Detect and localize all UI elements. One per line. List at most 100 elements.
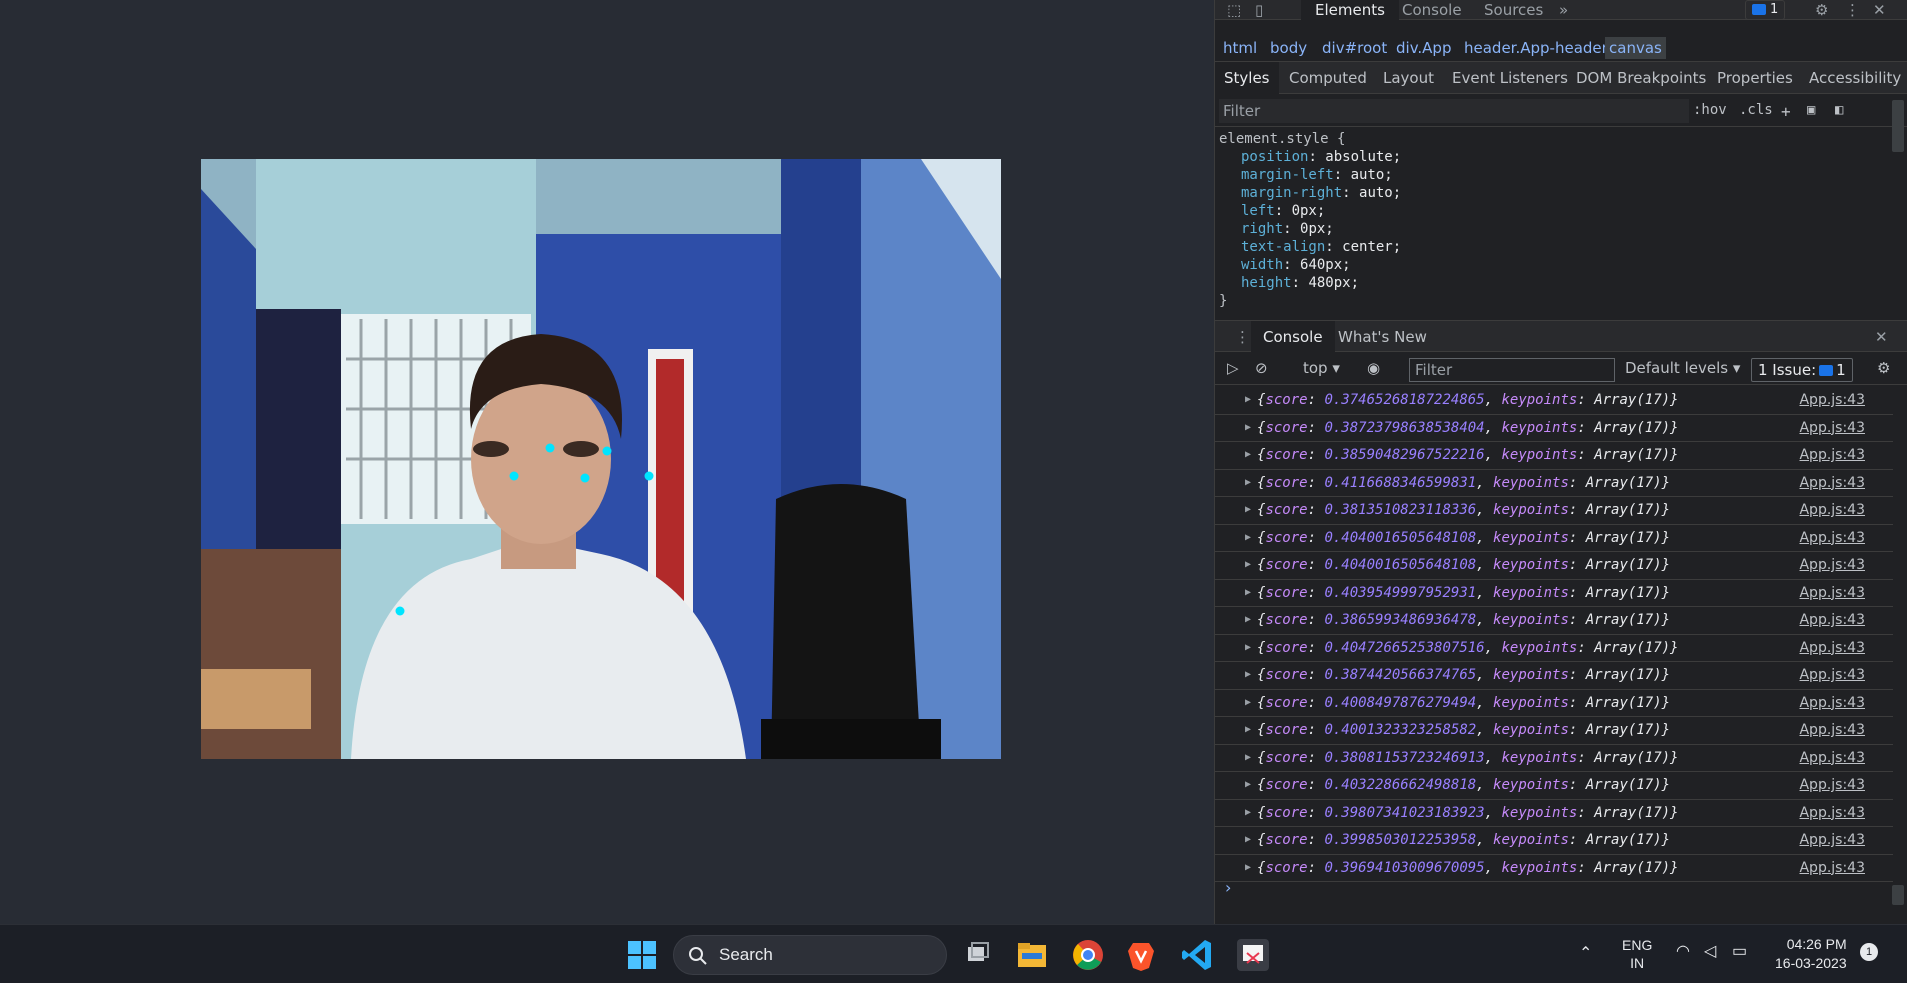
windows-start-icon[interactable] bbox=[622, 935, 662, 975]
drawer-tab-whats-new[interactable]: What's New bbox=[1338, 321, 1427, 353]
expand-triangle-icon[interactable]: ▶ bbox=[1245, 717, 1251, 743]
log-object[interactable]: {score: 0.39694103009670095, keypoints: … bbox=[1257, 855, 1678, 881]
expand-triangle-icon[interactable]: ▶ bbox=[1245, 552, 1251, 578]
console-log-row[interactable]: ▶ {score: 0.38590482967522216, keypoints:… bbox=[1215, 442, 1893, 470]
sidebar-toggle-icon[interactable]: ▷ bbox=[1227, 359, 1239, 377]
console-log-row[interactable]: ▶ {score: 0.4001323323258582, keypoints: … bbox=[1215, 717, 1893, 745]
log-source-link[interactable]: App.js:43 bbox=[1799, 552, 1865, 578]
taskbar-search[interactable]: Search bbox=[673, 935, 947, 975]
log-object[interactable]: {score: 0.3865993486936478, keypoints: A… bbox=[1257, 607, 1670, 633]
log-object[interactable]: {score: 0.4032286662498818, keypoints: A… bbox=[1257, 772, 1670, 798]
console-log-row[interactable]: ▶ {score: 0.3813510823118336, keypoints: … bbox=[1215, 497, 1893, 525]
log-source-link[interactable]: App.js:43 bbox=[1799, 497, 1865, 523]
console-log-row[interactable]: ▶ {score: 0.37465268187224865, keypoints:… bbox=[1215, 387, 1893, 415]
css-declaration[interactable]: text-align: center; bbox=[1219, 238, 1887, 256]
gear-icon[interactable]: ⚙ bbox=[1815, 0, 1828, 20]
log-source-link[interactable]: App.js:43 bbox=[1799, 745, 1865, 771]
expand-triangle-icon[interactable]: ▶ bbox=[1245, 580, 1251, 606]
snipping-tool-icon[interactable] bbox=[1233, 935, 1273, 975]
styles-filter-input[interactable]: Filter bbox=[1219, 99, 1689, 123]
language-indicator[interactable]: ENG IN bbox=[1622, 936, 1652, 972]
log-object[interactable]: {score: 0.4008497876279494, keypoints: A… bbox=[1257, 690, 1670, 716]
close-icon[interactable]: ✕ bbox=[1873, 0, 1886, 20]
expand-triangle-icon[interactable]: ▶ bbox=[1245, 855, 1251, 881]
log-source-link[interactable]: App.js:43 bbox=[1799, 772, 1865, 798]
brave-icon[interactable] bbox=[1121, 935, 1161, 975]
breadcrumb-app[interactable]: div.App bbox=[1396, 39, 1451, 57]
log-object[interactable]: {score: 0.3998503012253958, keypoints: A… bbox=[1257, 827, 1670, 853]
hov-toggle[interactable]: :hov bbox=[1693, 102, 1727, 118]
css-declaration[interactable]: height: 480px; bbox=[1219, 274, 1887, 292]
console-log-row[interactable]: ▶ {score: 0.39694103009670095, keypoints:… bbox=[1215, 855, 1893, 882]
issues-badge[interactable]: 1 bbox=[1745, 0, 1786, 20]
file-explorer-icon[interactable] bbox=[1012, 935, 1052, 975]
css-declaration[interactable]: right: 0px; bbox=[1219, 220, 1887, 238]
expand-triangle-icon[interactable]: ▶ bbox=[1245, 772, 1251, 798]
tab-accessibility[interactable]: Accessibility bbox=[1809, 62, 1901, 94]
console-log-row[interactable]: ▶ {score: 0.4008497876279494, keypoints: … bbox=[1215, 690, 1893, 717]
expand-triangle-icon[interactable]: ▶ bbox=[1245, 827, 1251, 853]
expand-triangle-icon[interactable]: ▶ bbox=[1245, 415, 1251, 441]
task-view-icon[interactable] bbox=[958, 935, 998, 975]
tab-properties[interactable]: Properties bbox=[1717, 62, 1793, 94]
inspect-icon[interactable]: ⬚ bbox=[1227, 0, 1241, 20]
expand-triangle-icon[interactable]: ▶ bbox=[1245, 800, 1251, 826]
log-source-link[interactable]: App.js:43 bbox=[1799, 442, 1865, 468]
tab-event-listeners[interactable]: Event Listeners bbox=[1452, 62, 1568, 94]
expand-triangle-icon[interactable]: ▶ bbox=[1245, 607, 1251, 633]
log-object[interactable]: {score: 0.4040016505648108, keypoints: A… bbox=[1257, 552, 1670, 578]
expand-triangle-icon[interactable]: ▶ bbox=[1245, 387, 1251, 413]
sidebar-toggle-icon[interactable]: ◧ bbox=[1835, 102, 1843, 118]
kebab-menu-icon[interactable]: ⋮ bbox=[1845, 0, 1860, 20]
log-object[interactable]: {score: 0.4001323323258582, keypoints: A… bbox=[1257, 717, 1670, 743]
tab-computed[interactable]: Computed bbox=[1289, 62, 1367, 94]
battery-icon[interactable]: ▭ bbox=[1732, 941, 1747, 961]
paint-icon[interactable]: ▣ bbox=[1807, 102, 1815, 118]
styles-scrollbar[interactable] bbox=[1892, 100, 1904, 152]
log-source-link[interactable]: App.js:43 bbox=[1799, 662, 1865, 688]
css-declaration[interactable]: margin-left: auto; bbox=[1219, 166, 1887, 184]
log-source-link[interactable]: App.js:43 bbox=[1799, 580, 1865, 606]
console-log-row[interactable]: ▶ {score: 0.4040016505648108, keypoints: … bbox=[1215, 552, 1893, 580]
context-select[interactable]: top ▾ bbox=[1303, 359, 1340, 377]
expand-triangle-icon[interactable]: ▶ bbox=[1245, 690, 1251, 716]
expand-triangle-icon[interactable]: ▶ bbox=[1245, 745, 1251, 771]
log-source-link[interactable]: App.js:43 bbox=[1799, 800, 1865, 826]
expand-triangle-icon[interactable]: ▶ bbox=[1245, 525, 1251, 551]
log-source-link[interactable]: App.js:43 bbox=[1799, 470, 1865, 496]
tab-styles[interactable]: Styles bbox=[1215, 62, 1279, 94]
log-source-link[interactable]: App.js:43 bbox=[1799, 525, 1865, 551]
tab-sources[interactable]: Sources bbox=[1484, 0, 1543, 20]
log-source-link[interactable]: App.js:43 bbox=[1799, 635, 1865, 661]
device-toggle-icon[interactable]: ▯ bbox=[1255, 0, 1263, 20]
log-object[interactable]: {score: 0.37465268187224865, keypoints: … bbox=[1257, 387, 1678, 413]
console-scrollbar[interactable] bbox=[1892, 885, 1904, 905]
cls-toggle[interactable]: .cls bbox=[1739, 102, 1773, 118]
console-prompt[interactable]: › bbox=[1225, 878, 1231, 897]
tab-elements[interactable]: Elements bbox=[1301, 0, 1399, 20]
log-object[interactable]: {score: 0.4039549997952931, keypoints: A… bbox=[1257, 580, 1670, 606]
expand-triangle-icon[interactable]: ▶ bbox=[1245, 662, 1251, 688]
more-tabs-icon[interactable]: » bbox=[1559, 0, 1568, 20]
console-log-row[interactable]: ▶ {score: 0.4116688346599831, keypoints: … bbox=[1215, 470, 1893, 497]
wifi-icon[interactable]: ◠ bbox=[1676, 941, 1690, 961]
log-source-link[interactable]: App.js:43 bbox=[1799, 717, 1865, 743]
expand-triangle-icon[interactable]: ▶ bbox=[1245, 635, 1251, 661]
log-object[interactable]: {score: 0.3874420566374765, keypoints: A… bbox=[1257, 662, 1670, 688]
breadcrumb-canvas[interactable]: canvas bbox=[1605, 37, 1666, 59]
default-levels-select[interactable]: Default levels ▾ bbox=[1625, 359, 1740, 377]
expand-triangle-icon[interactable]: ▶ bbox=[1245, 470, 1251, 496]
log-source-link[interactable]: App.js:43 bbox=[1799, 415, 1865, 441]
console-log-row[interactable]: ▶ {score: 0.3998503012253958, keypoints: … bbox=[1215, 827, 1893, 855]
console-log-row[interactable]: ▶ {score: 0.40472665253807516, keypoints:… bbox=[1215, 635, 1893, 662]
console-log-row[interactable]: ▶ {score: 0.4039549997952931, keypoints: … bbox=[1215, 580, 1893, 607]
console-log-row[interactable]: ▶ {score: 0.39807341023183923, keypoints:… bbox=[1215, 800, 1893, 827]
console-log-row[interactable]: ▶ {score: 0.38723798638538404, keypoints:… bbox=[1215, 415, 1893, 442]
breadcrumb-root[interactable]: div#root bbox=[1322, 39, 1387, 57]
add-rule-icon[interactable]: + bbox=[1781, 102, 1791, 121]
log-object[interactable]: {score: 0.39807341023183923, keypoints: … bbox=[1257, 800, 1678, 826]
expand-triangle-icon[interactable]: ▶ bbox=[1245, 442, 1251, 468]
vscode-icon[interactable] bbox=[1177, 935, 1217, 975]
tab-dom-breakpoints[interactable]: DOM Breakpoints bbox=[1576, 62, 1706, 94]
log-object[interactable]: {score: 0.40472665253807516, keypoints: … bbox=[1257, 635, 1678, 661]
